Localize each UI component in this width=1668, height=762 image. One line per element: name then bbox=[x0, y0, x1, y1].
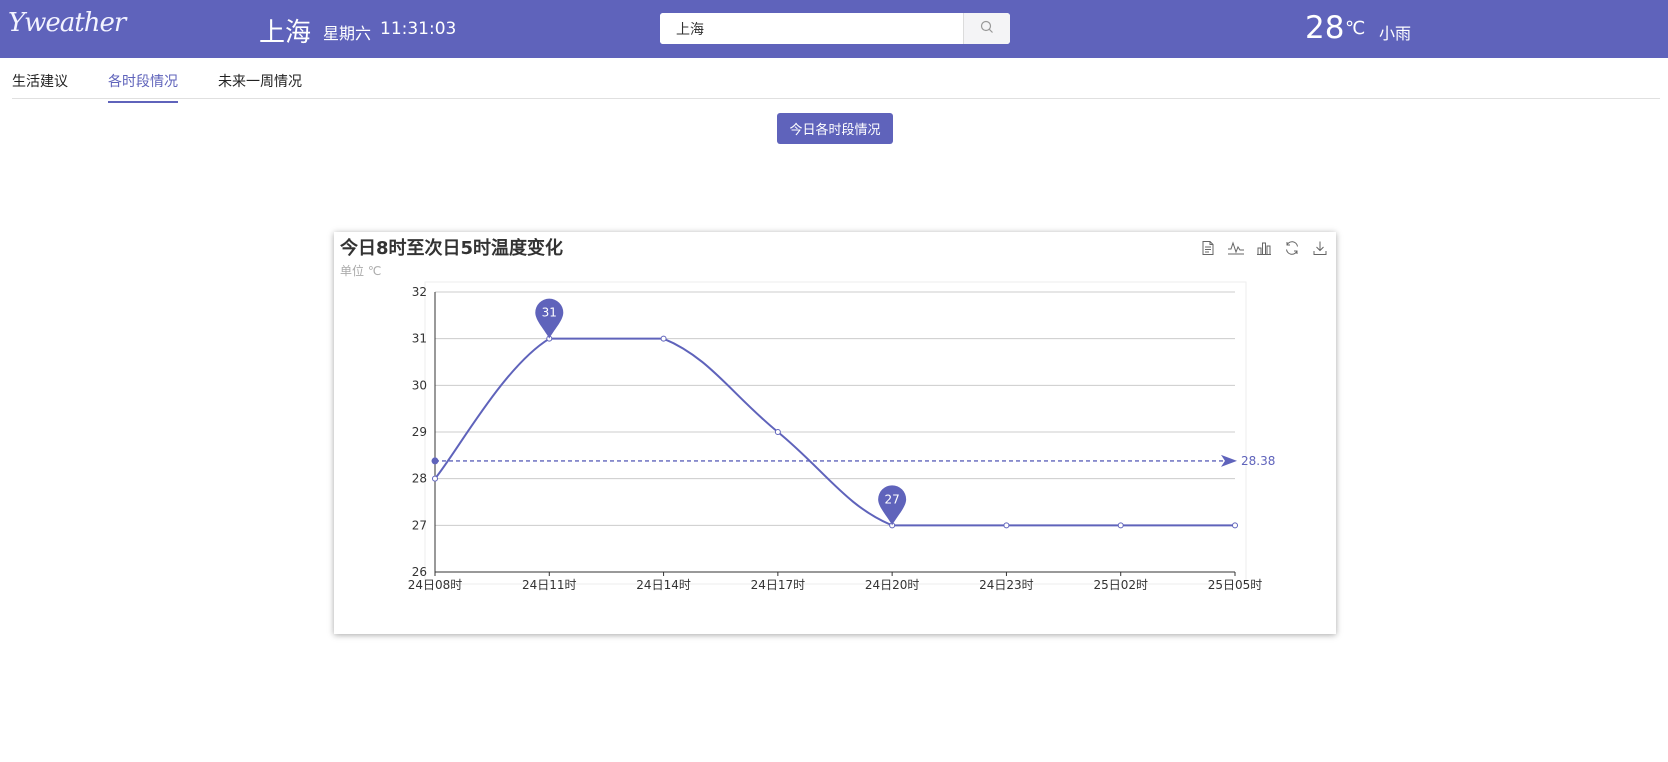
x-tick-label: 24日08时 bbox=[408, 578, 463, 592]
tab-life-advice[interactable]: 生活建议 bbox=[12, 71, 68, 101]
temperature-chart-card: 今日8时至次日5时温度变化 单位 ℃ 26 27 28 29 30 31 32 24日08时 2… bbox=[334, 232, 1336, 634]
clock-time: 11:31:03 bbox=[380, 19, 457, 39]
data-point bbox=[660, 335, 667, 342]
tab-bar: 生活建议 各时段情况 未来一周情况 bbox=[12, 58, 1660, 103]
data-view-icon[interactable] bbox=[1198, 238, 1218, 258]
tab-hourly[interactable]: 各时段情况 bbox=[108, 71, 178, 103]
chart-subtitle: 单位 ℃ bbox=[340, 264, 382, 278]
grid-frame bbox=[424, 281, 1247, 585]
data-point bbox=[432, 475, 438, 482]
mark-line-arrow bbox=[1221, 454, 1237, 467]
line-chart-icon[interactable] bbox=[1226, 238, 1246, 258]
weather-condition: 小雨 bbox=[1379, 24, 1412, 43]
mark-point-label: 27 bbox=[885, 492, 900, 506]
x-tick-label: 24日14时 bbox=[636, 578, 691, 592]
temperature-line-chart: 26 27 28 29 30 31 32 24日08时 24日11时 24日14时 24日17时 24… bbox=[408, 281, 1275, 592]
restore-icon[interactable] bbox=[1282, 238, 1302, 258]
search-input[interactable] bbox=[660, 13, 963, 44]
download-icon[interactable] bbox=[1310, 238, 1330, 258]
data-point bbox=[889, 522, 896, 529]
y-tick-label: 32 bbox=[412, 285, 427, 299]
y-tick-label: 28 bbox=[412, 472, 427, 486]
x-tick-label: 24日20时 bbox=[865, 578, 920, 592]
data-point bbox=[1232, 522, 1238, 529]
data-point bbox=[1003, 522, 1010, 529]
tab-week-forecast[interactable]: 未来一周情况 bbox=[218, 71, 302, 101]
search-button[interactable] bbox=[963, 13, 1010, 44]
temperature-series-line bbox=[434, 337, 1235, 527]
chart-toolbox bbox=[1198, 238, 1330, 258]
bar-chart-icon[interactable] bbox=[1254, 238, 1274, 258]
x-tick-label: 25日05时 bbox=[1208, 578, 1263, 592]
search-icon bbox=[980, 19, 994, 38]
temperature-unit: ℃ bbox=[1345, 18, 1366, 39]
y-tick-label: 29 bbox=[412, 425, 427, 439]
chart-title: 今日8时至次日5时温度变化 bbox=[340, 238, 564, 259]
data-point bbox=[774, 429, 781, 435]
mark-line-label: 28.38 bbox=[1241, 454, 1275, 468]
x-tick-label: 24日11时 bbox=[522, 578, 577, 592]
x-tick-label: 24日23时 bbox=[979, 578, 1034, 592]
data-point bbox=[1117, 522, 1124, 529]
current-temperature: 28 bbox=[1305, 10, 1345, 46]
y-tick-label: 31 bbox=[412, 332, 427, 346]
mark-point-label: 31 bbox=[542, 306, 557, 320]
city-name: 上海 bbox=[259, 18, 312, 48]
weekday-label: 星期六 bbox=[323, 24, 372, 43]
app-logo: Yweather bbox=[8, 8, 126, 38]
data-point bbox=[546, 335, 553, 342]
y-tick-label: 30 bbox=[412, 378, 427, 392]
y-tick-label: 27 bbox=[412, 518, 427, 532]
mark-point-pin bbox=[535, 298, 564, 339]
mark-line-start-dot bbox=[431, 457, 439, 465]
top-header: Yweather 上海 星期六 11:31:03 28 ℃ 小雨 bbox=[0, 0, 1668, 58]
x-tick-label: 25日02时 bbox=[1093, 578, 1148, 592]
today-hourly-button[interactable]: 今日各时段情况 bbox=[777, 113, 893, 144]
search-box bbox=[660, 13, 1010, 44]
y-tick-label: 26 bbox=[412, 565, 427, 579]
mark-point-pin bbox=[878, 485, 907, 526]
x-tick-label: 24日17时 bbox=[751, 578, 806, 592]
